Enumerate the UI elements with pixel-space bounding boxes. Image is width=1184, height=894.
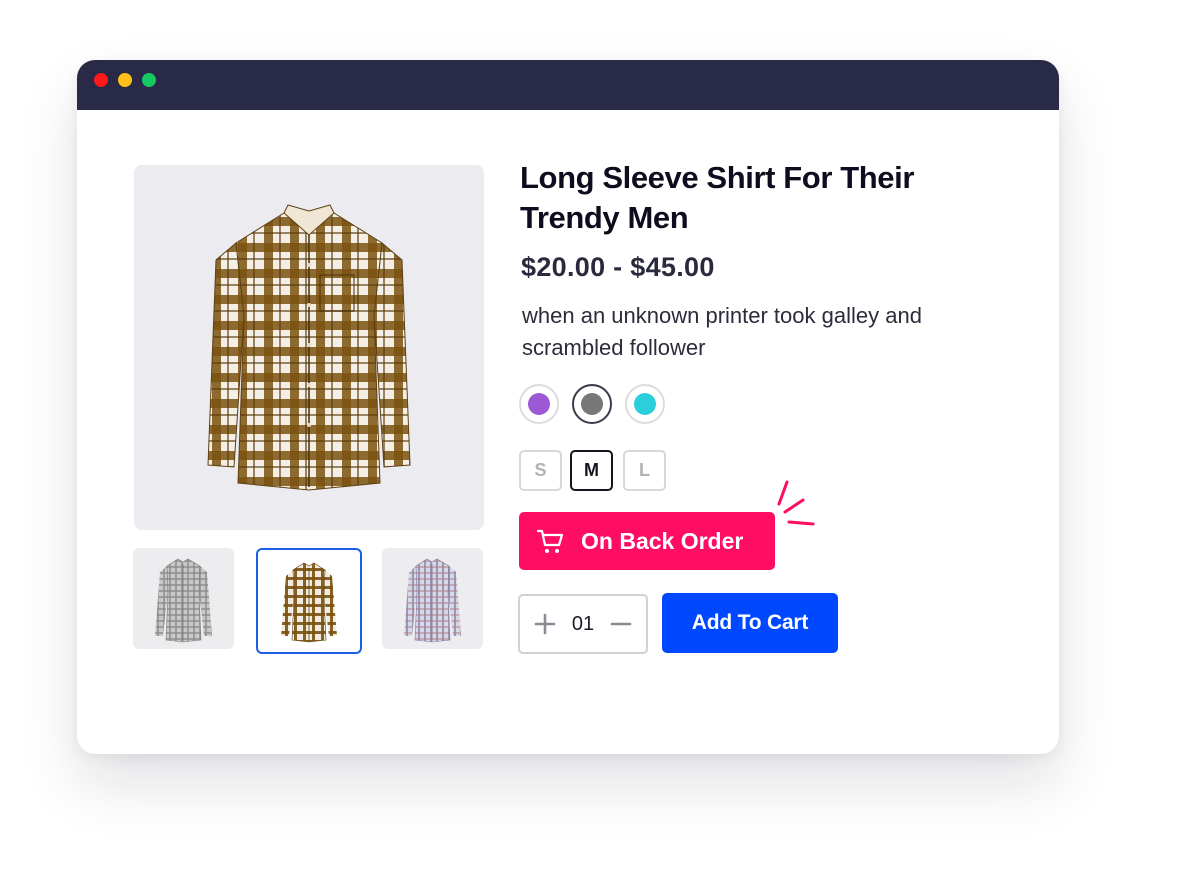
product-title: Long Sleeve Shirt For Their Trendy Men (520, 160, 914, 235)
size-option-l[interactable]: L (623, 450, 666, 491)
size-option-s[interactable]: S (519, 450, 562, 491)
product-main-image (134, 165, 484, 530)
grey-check-shirt-thumbnail (155, 558, 212, 643)
cart-icon (537, 529, 564, 553)
add-to-cart-button[interactable]: Add To Cart (662, 593, 838, 653)
window-titlebar (77, 60, 1059, 110)
size-option-m[interactable]: M (570, 450, 613, 491)
quantity-stepper: 01 (518, 594, 648, 654)
sparkle-icon (777, 480, 815, 526)
close-window-dot[interactable] (94, 73, 108, 87)
swatch-fill (634, 393, 656, 415)
maximize-window-dot[interactable] (142, 73, 156, 87)
product-price: $20.00 - $45.00 (521, 252, 715, 282)
brown-plaid-shirt-thumbnail (281, 562, 337, 643)
swatch-fill (528, 393, 550, 415)
color-swatch-grey[interactable] (572, 384, 612, 424)
plus-icon[interactable] (534, 613, 556, 635)
back-order-label: On Back Order (581, 528, 744, 554)
swatch-fill (581, 393, 603, 415)
blue-check-shirt-thumbnail (404, 558, 461, 643)
color-swatch-cyan[interactable] (625, 384, 665, 424)
back-order-button[interactable]: On Back Order (519, 512, 775, 570)
thumbnail-brown-shirt[interactable] (256, 548, 362, 654)
plaid-shirt-image (207, 204, 411, 491)
color-swatch-purple[interactable] (519, 384, 559, 424)
browser-window: Long Sleeve Shirt For Their Trendy Men $… (77, 60, 1059, 754)
minus-icon[interactable] (610, 613, 632, 635)
quantity-value[interactable]: 01 (562, 596, 604, 652)
thumbnail-blue-shirt[interactable] (382, 548, 483, 649)
minimize-window-dot[interactable] (118, 73, 132, 87)
thumbnail-grey-shirt[interactable] (133, 548, 234, 649)
product-description: when an unknown printer took galley and … (522, 303, 922, 360)
